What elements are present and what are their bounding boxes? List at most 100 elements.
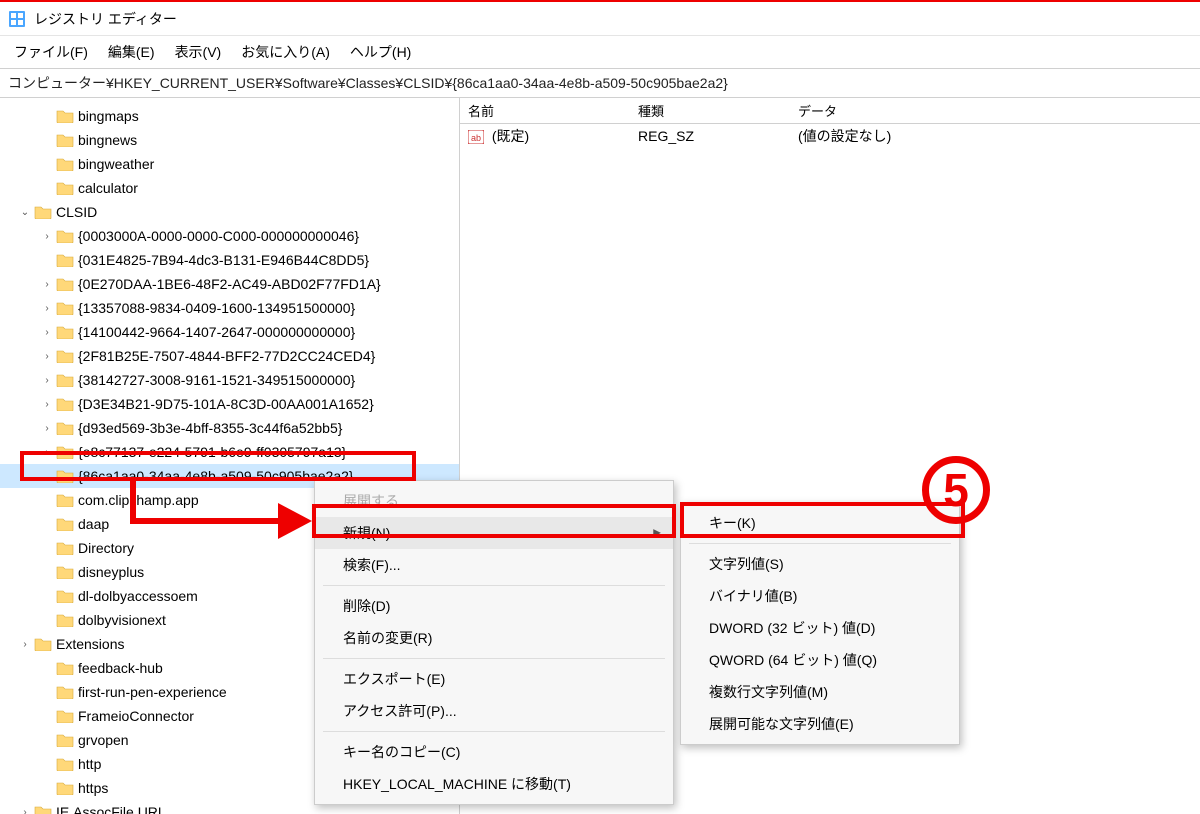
folder-icon (56, 757, 74, 771)
tree-item-label: {0E270DAA-1BE6-48F2-AC49-ABD02F77FD1A} (78, 276, 381, 292)
expand-icon[interactable]: › (40, 375, 54, 386)
tree-item-label: IE.AssocFile.URL (56, 804, 166, 814)
expand-icon[interactable]: › (40, 303, 54, 314)
folder-icon (56, 349, 74, 363)
expand-icon[interactable]: › (40, 351, 54, 362)
folder-icon (34, 205, 52, 219)
tree-item[interactable]: bingnews (0, 128, 459, 152)
value-row[interactable]: ab (既定) REG_SZ (値の設定なし) (460, 124, 1200, 148)
tree-item[interactable]: › {38142727-3008-9161-1521-349515000000} (0, 368, 459, 392)
folder-icon (56, 157, 74, 171)
folder-icon (56, 133, 74, 147)
tree-item[interactable]: ›{13357088-9834-0409-1600-134951500000} (0, 296, 459, 320)
tree-item-label: {2F81B25E-7507-4844-BFF2-77D2CC24CED4} (78, 348, 375, 364)
tree-item-label: grvopen (78, 732, 129, 748)
arrow-down (130, 481, 136, 521)
tree-item[interactable]: calculator (0, 176, 459, 200)
step-badge-5: 5 (922, 456, 990, 524)
value-type: REG_SZ (630, 128, 790, 144)
tree-item[interactable]: › {2F81B25E-7507-4844-BFF2-77D2CC24CED4} (0, 344, 459, 368)
tree-item-label: FrameioConnector (78, 708, 194, 724)
menu-file[interactable]: ファイル(F) (14, 42, 88, 62)
col-data[interactable]: データ (790, 101, 1200, 120)
folder-icon (56, 301, 74, 315)
expand-icon[interactable]: › (40, 423, 54, 434)
tree-item[interactable]: › {0E270DAA-1BE6-48F2-AC49-ABD02F77FD1A} (0, 272, 459, 296)
tree-item[interactable]: ›{D3E34B21-9D75-101A-8C3D-00AA001A1652} (0, 392, 459, 416)
tree-item-label: feedback-hub (78, 660, 163, 676)
arrow-line (130, 518, 280, 524)
ctx-new[interactable]: 新規(N) ▶ (315, 517, 673, 549)
ctx-rename[interactable]: 名前の変更(R) (315, 622, 673, 654)
folder-icon (56, 541, 74, 555)
folder-icon (56, 685, 74, 699)
ctx-delete[interactable]: 削除(D) (315, 590, 673, 622)
tree-item[interactable]: ⌄CLSID (0, 200, 459, 224)
address-bar[interactable]: コンピューター¥HKEY_CURRENT_USER¥Software¥Class… (0, 68, 1200, 98)
folder-icon (56, 661, 74, 675)
ctx-new-string[interactable]: 文字列値(S) (681, 548, 959, 580)
menu-view[interactable]: 表示(V) (175, 42, 222, 62)
tree-item[interactable]: › {14100442-9664-1407-2647-000000000000} (0, 320, 459, 344)
tree-item-label: first-run-pen-experience (78, 684, 227, 700)
tree-item[interactable]: › {d93ed569-3b3e-4bff-8355-3c44f6a52bb5} (0, 416, 459, 440)
folder-icon (56, 181, 74, 195)
tree-item[interactable]: {031E4825-7B94-4dc3-B131-E946B44C8DD5} (0, 248, 459, 272)
ctx-export[interactable]: エクスポート(E) (315, 663, 673, 695)
col-type[interactable]: 種類 (630, 101, 790, 120)
ctx-permissions[interactable]: アクセス許可(P)... (315, 695, 673, 727)
tree-item-label: Directory (78, 540, 134, 556)
svg-text:ab: ab (471, 133, 481, 143)
expand-icon[interactable]: › (18, 807, 32, 814)
address-text: コンピューター¥HKEY_CURRENT_USER¥Software¥Class… (8, 75, 728, 91)
ctx-copy-key[interactable]: キー名のコピー(C) (315, 736, 673, 768)
ctx-new-binary[interactable]: バイナリ値(B) (681, 580, 959, 612)
separator (323, 585, 665, 586)
tree-item-label: {38142727-3008-9161-1521-349515000000} (78, 372, 355, 388)
folder-icon (56, 709, 74, 723)
menu-edit[interactable]: 編集(E) (108, 42, 155, 62)
ctx-new-key[interactable]: キー(K) (681, 507, 959, 539)
tree-item-label: {14100442-9664-1407-2647-000000000000} (78, 324, 355, 340)
folder-icon (56, 397, 74, 411)
tree-item[interactable]: ›{e8c77137-e224-5791-b6e9-ff0305797a13} (0, 440, 459, 464)
expand-icon[interactable]: › (40, 447, 54, 458)
ctx-new-qword[interactable]: QWORD (64 ビット) 値(Q) (681, 644, 959, 676)
folder-icon (56, 445, 74, 459)
folder-icon (56, 733, 74, 747)
title-bar: レジストリ エディター (0, 2, 1200, 36)
col-name[interactable]: 名前 (460, 101, 630, 120)
tree-item-label: {0003000A-0000-0000-C000-000000000046} (78, 228, 359, 244)
ctx-new-dword[interactable]: DWORD (32 ビット) 値(D) (681, 612, 959, 644)
expand-icon[interactable]: › (18, 639, 32, 650)
menu-help[interactable]: ヘルプ(H) (350, 42, 411, 62)
expand-icon[interactable]: › (40, 399, 54, 410)
separator (689, 543, 951, 544)
value-name: (既定) (492, 128, 529, 144)
expand-icon[interactable]: ⌄ (18, 207, 32, 218)
tree-item-label: calculator (78, 180, 138, 196)
expand-icon[interactable]: › (40, 279, 54, 290)
ctx-new-label: 新規(N) (343, 525, 390, 541)
ctx-new-expandstring[interactable]: 展開可能な文字列値(E) (681, 708, 959, 740)
context-submenu-new: キー(K) 文字列値(S) バイナリ値(B) DWORD (32 ビット) 値(… (680, 502, 960, 745)
submenu-caret-icon: ▶ (653, 528, 661, 539)
menu-favorites[interactable]: お気に入り(A) (241, 42, 330, 62)
separator (323, 731, 665, 732)
ctx-goto-hklm[interactable]: HKEY_LOCAL_MACHINE に移動(T) (315, 768, 673, 800)
expand-icon[interactable]: › (40, 327, 54, 338)
tree-item[interactable]: bingmaps (0, 104, 459, 128)
expand-icon[interactable]: › (40, 231, 54, 242)
folder-icon (56, 589, 74, 603)
tree-item-label: {86ca1aa0-34aa-4e8b-a509-50c905bae2a2} (78, 468, 354, 484)
tree-item[interactable]: bingweather (0, 152, 459, 176)
tree-item-label: bingnews (78, 132, 137, 148)
tree-item-label: {d93ed569-3b3e-4bff-8355-3c44f6a52bb5} (78, 420, 342, 436)
folder-icon (56, 565, 74, 579)
ctx-new-multistring[interactable]: 複数行文字列値(M) (681, 676, 959, 708)
value-header-row: 名前 種類 データ (460, 98, 1200, 124)
tree-item[interactable]: › {0003000A-0000-0000-C000-000000000046} (0, 224, 459, 248)
window-title: レジストリ エディター (34, 9, 177, 29)
value-data: (値の設定なし) (790, 126, 1200, 146)
ctx-find[interactable]: 検索(F)... (315, 549, 673, 581)
